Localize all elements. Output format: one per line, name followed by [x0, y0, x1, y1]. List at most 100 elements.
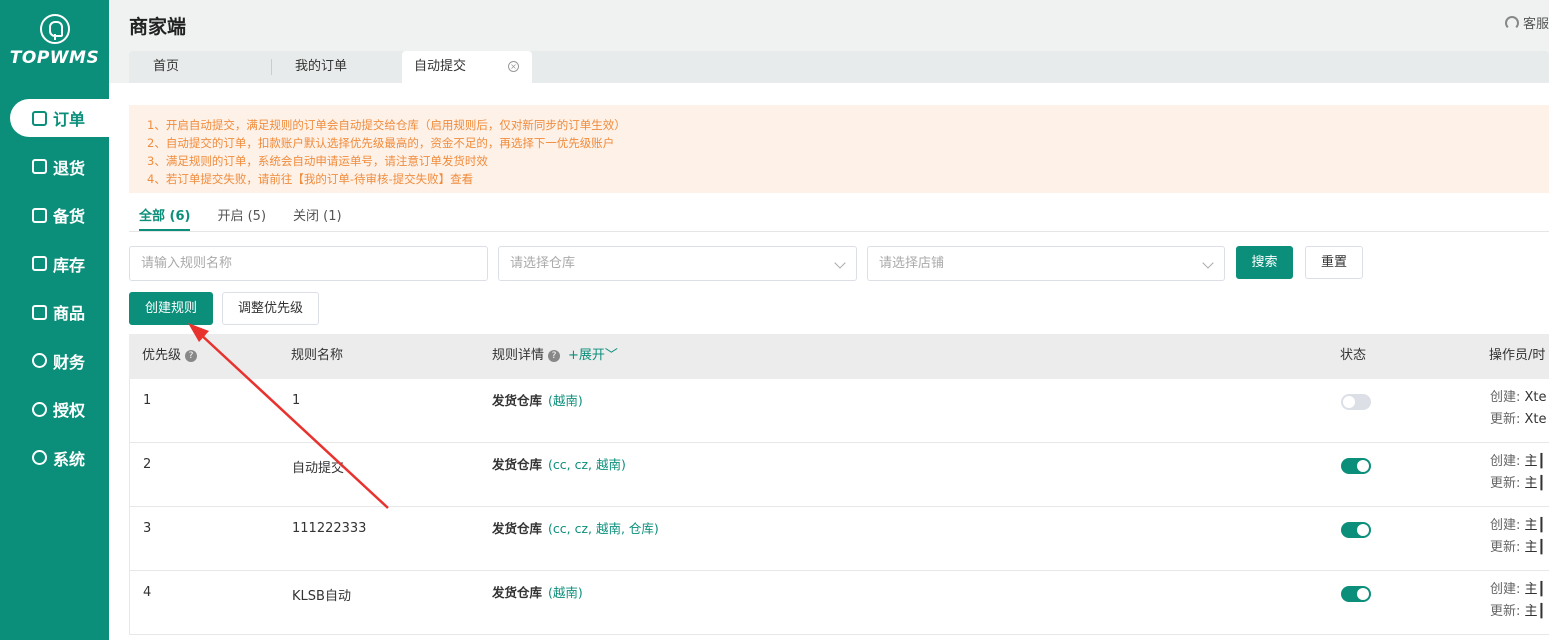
tab-divider	[271, 59, 272, 75]
sidebar: TOPWMS 订单 退货 备货 库存 商品 财务 授权 系统	[0, 0, 109, 640]
warehouse-list: (cc, cz, 越南)	[548, 457, 626, 472]
page-tabs: 首页 我的订单 自动提交 ×	[129, 51, 1549, 83]
page-title: 商家端	[129, 16, 187, 38]
created-by: 主┃	[1524, 582, 1546, 597]
cell-detail: 发货仓库 (cc, cz, 越南)	[492, 454, 626, 473]
sidebar-item-inventory[interactable]: 库存	[0, 245, 109, 283]
sidebar-item-products[interactable]: 商品	[0, 293, 109, 331]
sidebar-item-label: 库存	[53, 255, 86, 275]
adjust-priority-button[interactable]: 调整优先级	[222, 292, 319, 325]
detail-label: 发货仓库	[492, 457, 543, 472]
logo[interactable]: TOPWMS	[0, 14, 109, 68]
chevron-down-icon	[834, 257, 846, 269]
updated-by: 主┃	[1524, 540, 1546, 555]
detail-label: 发货仓库	[492, 393, 543, 408]
header-label: 优先级	[142, 348, 182, 363]
search-button[interactable]: 搜索	[1236, 246, 1293, 279]
sidebar-nav: 订单 退货 备货 库存 商品 财务 授权 系统	[0, 99, 109, 487]
main-content: 1、开启自动提交，满足规则的订单会自动提交给仓库（启用规则后，仅对新同步的订单生…	[109, 83, 1549, 640]
sidebar-item-label: 商品	[53, 304, 86, 323]
status-toggle[interactable]	[1341, 586, 1371, 602]
headset-icon	[1504, 15, 1519, 30]
filter-tab-all[interactable]: 全部 (6)	[139, 205, 191, 231]
sidebar-item-label: 财务	[53, 352, 86, 372]
tab-home[interactable]: 首页	[153, 51, 179, 83]
rule-name-input[interactable]: 请输入规则名称	[129, 246, 488, 281]
cell-name: 自动提交	[292, 461, 345, 476]
header-status: 状态	[1340, 348, 1367, 363]
status-toggle[interactable]	[1341, 522, 1371, 538]
close-icon[interactable]: ×	[508, 61, 519, 72]
expand-link[interactable]: +展开﹀	[568, 334, 618, 377]
sidebar-item-label: 系统	[53, 449, 86, 469]
status-toggle[interactable]	[1341, 458, 1371, 474]
header-operator: 操作员/时	[1489, 348, 1546, 363]
sidebar-item-system[interactable]: 系统	[0, 439, 109, 477]
updated-label: 更新:	[1490, 604, 1521, 619]
header-label: 规则详情	[492, 348, 545, 363]
divider	[129, 231, 1549, 232]
header-name: 规则名称	[291, 348, 344, 363]
document-icon	[32, 110, 47, 126]
updated-by: 主┃	[1524, 476, 1546, 491]
filter-tabs: 全部 (6) 开启 (5) 关闭 (1)	[139, 205, 369, 231]
toggle-knob	[1343, 396, 1355, 408]
created-by: Xte	[1524, 390, 1547, 405]
status-toggle[interactable]	[1341, 394, 1371, 410]
created-by: 主┃	[1524, 518, 1546, 533]
shop-select[interactable]: 请选择店铺	[867, 246, 1225, 281]
cell-detail: 发货仓库 (越南)	[492, 582, 583, 601]
header: 商家端 客服 首页 我的订单 自动提交 ×	[109, 0, 1549, 83]
notice-line: 1、开启自动提交，满足规则的订单会自动提交给仓库（启用规则后，仅对新同步的订单生…	[147, 118, 626, 132]
warehouse-list: (越南)	[548, 393, 583, 408]
filter-tab-disabled[interactable]: 关闭 (1)	[293, 205, 342, 231]
toggle-knob	[1357, 460, 1369, 472]
expand-label: +展开	[568, 348, 605, 363]
cell-name: 111222333	[292, 521, 367, 536]
help-icon[interactable]: ?	[548, 349, 561, 362]
return-box-icon	[32, 159, 47, 174]
sidebar-item-label: 订单	[53, 110, 86, 129]
bag-icon	[32, 304, 47, 320]
sidebar-item-stocking[interactable]: 备货	[0, 196, 109, 234]
created-label: 创建:	[1490, 454, 1521, 469]
table-row: 2 自动提交 发货仓库 (cc, cz, 越南) 创建: 主┃ 更新: 主┃	[129, 443, 1549, 507]
sidebar-item-authorize[interactable]: 授权	[0, 390, 109, 428]
sidebar-item-label: 备货	[53, 207, 86, 226]
sidebar-item-orders[interactable]: 订单	[10, 99, 109, 137]
authorize-icon	[32, 401, 47, 417]
cell-operator: 创建: 主┃ 更新: 主┃	[1490, 579, 1545, 623]
customer-service[interactable]: 客服	[1504, 13, 1549, 32]
created-label: 创建:	[1490, 582, 1521, 597]
stock-icon	[32, 207, 47, 223]
cell-operator: 创建: 主┃ 更新: 主┃	[1490, 515, 1545, 559]
gear-icon	[32, 450, 47, 465]
cell-priority: 3	[143, 521, 152, 536]
updated-by: 主┃	[1524, 604, 1546, 619]
tab-my-orders[interactable]: 我的订单	[295, 51, 347, 83]
help-icon[interactable]: ?	[185, 349, 198, 362]
tab-auto-submit[interactable]: 自动提交 ×	[402, 51, 532, 83]
reset-button[interactable]: 重置	[1305, 246, 1363, 279]
table-row: 3 111222333 发货仓库 (cc, cz, 越南, 仓库) 创建: 主┃ …	[129, 507, 1549, 571]
detail-label: 发货仓库	[492, 521, 543, 536]
sidebar-item-returns[interactable]: 退货	[0, 148, 109, 186]
updated-label: 更新:	[1490, 412, 1521, 427]
sidebar-item-finance[interactable]: 财务	[0, 342, 109, 380]
created-label: 创建:	[1490, 390, 1521, 405]
warehouse-select[interactable]: 请选择仓库	[498, 246, 857, 281]
cell-operator: 创建: 主┃ 更新: 主┃	[1490, 451, 1545, 495]
notice-line: 4、若订单提交失败，请前往【我的订单-待审核-提交失败】查看	[147, 172, 474, 186]
rules-table: 优先级 ? 规则名称 规则详情 ? +展开﹀ 状态 操作员/时 1 1 发货仓库…	[129, 334, 1549, 635]
table-row: 4 KLSB自动 发货仓库 (越南) 创建: 主┃ 更新: 主┃	[129, 571, 1549, 635]
filter-tab-enabled[interactable]: 开启 (5)	[217, 205, 266, 231]
inventory-icon	[32, 256, 47, 271]
sidebar-item-label: 授权	[53, 401, 86, 420]
header-detail: 规则详情 ? +展开﹀	[492, 334, 618, 377]
cell-priority: 1	[143, 393, 152, 408]
chevron-down-icon: ﹀	[604, 348, 618, 363]
cell-operator: 创建: Xte 更新: Xte	[1490, 387, 1547, 431]
cell-priority: 2	[143, 457, 152, 472]
create-rule-button[interactable]: 创建规则	[129, 292, 213, 325]
created-by: 主┃	[1524, 454, 1546, 469]
